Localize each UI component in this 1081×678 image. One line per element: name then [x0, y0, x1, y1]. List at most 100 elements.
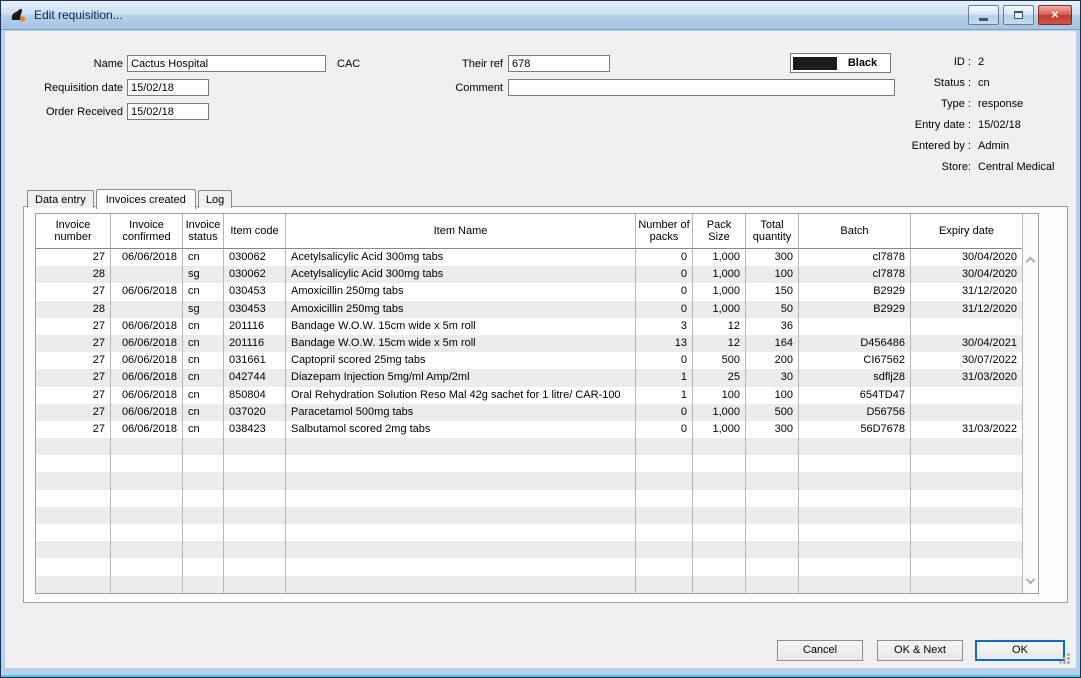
cell-total_quantity — [746, 490, 799, 507]
column-header-expiry_date[interactable]: Expiry date — [911, 214, 1023, 249]
cell-expiry_date — [911, 318, 1023, 335]
cell-invoice_status: cn — [183, 249, 224, 266]
table-row[interactable]: 2706/06/2018cn030453Amoxicillin 250mg ta… — [36, 283, 1038, 300]
cell-total_quantity: 164 — [746, 335, 799, 352]
cell-pack_size: 100 — [693, 387, 746, 404]
their-ref-input[interactable] — [508, 55, 610, 72]
invoice-table-body: 2706/06/2018cn030062Acetylsalicylic Acid… — [36, 249, 1038, 593]
cell-total_quantity — [746, 576, 799, 593]
cell-total_quantity: 200 — [746, 352, 799, 369]
column-header-invoice_status[interactable]: Invoice status — [183, 214, 224, 249]
tab-data-entry[interactable]: Data entry — [27, 190, 94, 208]
name-input[interactable] — [127, 55, 326, 72]
cell-invoice_number — [36, 558, 111, 575]
cell-invoice_confirmed — [111, 266, 183, 283]
requisition-date-input[interactable] — [127, 79, 209, 96]
restore-button[interactable] — [1003, 5, 1034, 25]
cell-invoice_status — [183, 576, 224, 593]
ok-button[interactable]: OK — [975, 640, 1065, 661]
cell-batch — [799, 455, 911, 472]
table-row[interactable]: 2706/06/2018cn850804Oral Rehydration Sol… — [36, 387, 1038, 404]
cell-expiry_date — [911, 438, 1023, 455]
requisition-date-label: Requisition date — [33, 82, 123, 94]
app-icon — [9, 7, 27, 23]
cell-item_name: Oral Rehydration Solution Reso Mal 42g s… — [286, 387, 636, 404]
table-row[interactable]: 28sg030062Acetylsalicylic Acid 300mg tab… — [36, 266, 1038, 283]
close-button[interactable]: ✕ — [1038, 5, 1072, 25]
cell-invoice_status — [183, 455, 224, 472]
cell-pack_size: 12 — [693, 335, 746, 352]
cell-batch: D456486 — [799, 335, 911, 352]
order-received-input[interactable] — [127, 103, 209, 120]
column-header-pack_size[interactable]: Pack Size — [693, 214, 746, 249]
cell-pack_size: 1,000 — [693, 266, 746, 283]
table-row[interactable]: 2706/06/2018cn042744Diazepam Injection 5… — [36, 369, 1038, 386]
cell-number_of_packs: 3 — [636, 318, 693, 335]
cell-invoice_number: 27 — [36, 387, 111, 404]
resize-grip[interactable] — [1058, 652, 1071, 665]
comment-input[interactable] — [508, 79, 895, 96]
cell-item_name — [286, 524, 636, 541]
cell-invoice_number: 27 — [36, 421, 111, 438]
table-row-empty — [36, 438, 1038, 455]
cell-invoice_status — [183, 524, 224, 541]
cell-item_name: Amoxicillin 250mg tabs — [286, 301, 636, 318]
table-row[interactable]: 2706/06/2018cn030062Acetylsalicylic Acid… — [36, 249, 1038, 266]
cell-item_name — [286, 507, 636, 524]
cell-item_name — [286, 558, 636, 575]
tab-log[interactable]: Log — [198, 190, 232, 208]
column-header-item_code[interactable]: Item code — [224, 214, 286, 249]
cell-pack_size — [693, 576, 746, 593]
column-header-total_quantity[interactable]: Total quantity — [746, 214, 799, 249]
cell-invoice_number — [36, 472, 111, 489]
title-bar[interactable]: Edit requisition... ✕ — [1, 1, 1080, 30]
cell-total_quantity — [746, 558, 799, 575]
tab-invoices-created[interactable]: Invoices created — [96, 189, 196, 209]
column-header-number_of_packs[interactable]: Number of packs — [636, 214, 693, 249]
cell-item_code: 038423 — [224, 421, 286, 438]
table-row[interactable]: 28sg030453Amoxicillin 250mg tabs01,00050… — [36, 301, 1038, 318]
cell-item_name — [286, 576, 636, 593]
ok-next-button[interactable]: OK & Next — [877, 640, 963, 661]
column-header-item_name[interactable]: Item Name — [286, 214, 636, 249]
table-row[interactable]: 2706/06/2018cn037020Paracetamol 500mg ta… — [36, 404, 1038, 421]
cell-expiry_date: 31/03/2020 — [911, 369, 1023, 386]
table-row[interactable]: 2706/06/2018cn201116Bandage W.O.W. 15cm … — [36, 335, 1038, 352]
info-entered-by: Entered by :Admin — [853, 140, 1078, 152]
table-row-empty — [36, 576, 1038, 593]
minimize-button[interactable] — [968, 5, 999, 25]
table-row-empty — [36, 558, 1038, 575]
cell-total_quantity: 300 — [746, 421, 799, 438]
cell-item_code — [224, 524, 286, 541]
cell-item_name — [286, 490, 636, 507]
scroll-down-icon[interactable] — [1026, 575, 1036, 585]
table-row[interactable]: 2706/06/2018cn038423Salbutamol scored 2m… — [36, 421, 1038, 438]
cell-batch: 654TD47 — [799, 387, 911, 404]
info-store-label: Store: — [853, 161, 971, 173]
cell-item_name: Bandage W.O.W. 15cm wide x 5m roll — [286, 318, 636, 335]
cell-invoice_status: cn — [183, 387, 224, 404]
info-entered-by-label: Entered by : — [853, 140, 971, 152]
scroll-up-icon[interactable] — [1026, 257, 1036, 267]
info-status-value: cn — [978, 77, 990, 89]
cell-expiry_date — [911, 404, 1023, 421]
cell-total_quantity — [746, 438, 799, 455]
cancel-button[interactable]: Cancel — [777, 640, 863, 661]
cell-expiry_date — [911, 558, 1023, 575]
cell-batch — [799, 318, 911, 335]
table-row-empty — [36, 472, 1038, 489]
table-row[interactable]: 2706/06/2018cn031661Captopril scored 25m… — [36, 352, 1038, 369]
column-header-invoice_number[interactable]: Invoice number — [36, 214, 111, 249]
column-header-batch[interactable]: Batch — [799, 214, 911, 249]
cell-pack_size — [693, 490, 746, 507]
vertical-scrollbar[interactable] — [1022, 214, 1038, 593]
cell-pack_size — [693, 438, 746, 455]
table-row[interactable]: 2706/06/2018cn201116Bandage W.O.W. 15cm … — [36, 318, 1038, 335]
column-header-invoice_confirmed[interactable]: Invoice confirmed — [111, 214, 183, 249]
info-entry-date-value: 15/02/18 — [978, 119, 1021, 131]
cell-expiry_date — [911, 524, 1023, 541]
cell-item_name: Acetylsalicylic Acid 300mg tabs — [286, 266, 636, 283]
cell-expiry_date: 31/12/2020 — [911, 301, 1023, 318]
table-row-empty — [36, 507, 1038, 524]
info-status: Status :cn — [853, 77, 1078, 89]
